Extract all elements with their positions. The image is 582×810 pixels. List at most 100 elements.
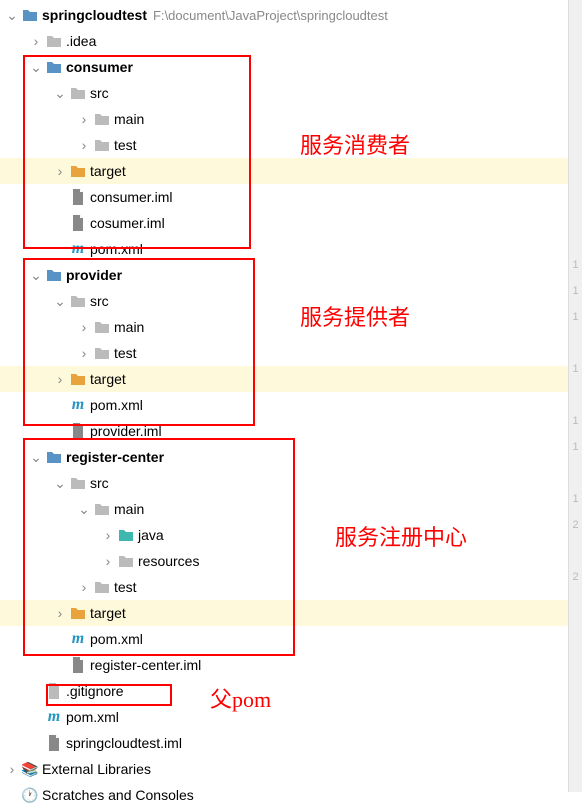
- node-label: springcloudtest.iml: [66, 735, 182, 751]
- chevron-right-icon[interactable]: [76, 579, 92, 595]
- node-label: provider.iml: [90, 423, 162, 439]
- tree-row[interactable]: test: [0, 132, 582, 158]
- tree-row[interactable]: test: [0, 340, 582, 366]
- chevron-down-icon[interactable]: [76, 501, 92, 517]
- folder-icon: [94, 579, 110, 595]
- folder-icon: [70, 605, 86, 621]
- chevron-right-icon[interactable]: [28, 33, 44, 49]
- node-label: provider: [66, 267, 122, 283]
- folder-icon: [46, 267, 62, 283]
- folder-icon: [46, 33, 62, 49]
- file-icon: [70, 423, 86, 439]
- tree-row[interactable]: springcloudtest.iml: [0, 730, 582, 756]
- chevron-right-icon[interactable]: [76, 111, 92, 127]
- folder-icon: [22, 7, 38, 23]
- tree-row[interactable]: test: [0, 574, 582, 600]
- node-label: pom.xml: [66, 709, 119, 725]
- folder-icon: [118, 553, 134, 569]
- tree-row[interactable]: .idea: [0, 28, 582, 54]
- node-label: target: [90, 605, 126, 621]
- node-label: src: [90, 475, 109, 491]
- tree-row[interactable]: cosumer.iml: [0, 210, 582, 236]
- folder-icon: [70, 371, 86, 387]
- chevron-down-icon[interactable]: [52, 293, 68, 309]
- tree-row[interactable]: src: [0, 80, 582, 106]
- tree-row-consumer[interactable]: consumer: [0, 54, 582, 80]
- node-label: main: [114, 111, 144, 127]
- tree-row[interactable]: target: [0, 366, 582, 392]
- chevron-down-icon[interactable]: [28, 449, 44, 465]
- node-label: main: [114, 501, 144, 517]
- tree-row[interactable]: pom.xml: [0, 236, 582, 262]
- node-label: pom.xml: [90, 397, 143, 413]
- tree-row[interactable]: main: [0, 106, 582, 132]
- folder-icon: [70, 293, 86, 309]
- tree-row[interactable]: provider.iml: [0, 418, 582, 444]
- chevron-right-icon[interactable]: [52, 605, 68, 621]
- node-label: External Libraries: [42, 761, 151, 777]
- tree-row[interactable]: src: [0, 288, 582, 314]
- folder-icon: [46, 59, 62, 75]
- file-icon: [70, 189, 86, 205]
- tree-row[interactable]: register-center.iml: [0, 652, 582, 678]
- tree-row-parentpom[interactable]: pom.xml: [0, 704, 582, 730]
- tree-row-scratch[interactable]: Scratches and Consoles: [0, 782, 582, 808]
- chevron-right-icon[interactable]: [52, 371, 68, 387]
- node-label: src: [90, 293, 109, 309]
- folder-icon: [118, 527, 134, 543]
- folder-icon: [70, 475, 86, 491]
- folder-icon: [94, 319, 110, 335]
- tree-row[interactable]: src: [0, 470, 582, 496]
- tree-row[interactable]: java: [0, 522, 582, 548]
- chevron-down-icon[interactable]: [28, 59, 44, 75]
- tree-row[interactable]: .gitignore: [0, 678, 582, 704]
- editor-gutter: 1 1 1 1 1 1 1 2 2: [568, 0, 582, 792]
- node-label: test: [114, 345, 137, 361]
- folder-icon: [94, 137, 110, 153]
- node-label: pom.xml: [90, 241, 143, 257]
- chevron-right-icon[interactable]: [100, 527, 116, 543]
- tree-row-provider[interactable]: provider: [0, 262, 582, 288]
- chevron-right-icon[interactable]: [100, 553, 116, 569]
- node-label: cosumer.iml: [90, 215, 165, 231]
- node-label: .gitignore: [66, 683, 124, 699]
- tree-row[interactable]: main: [0, 496, 582, 522]
- chevron-down-icon[interactable]: [28, 267, 44, 283]
- chevron-right-icon[interactable]: [76, 319, 92, 335]
- node-path: F:\document\JavaProject\springcloudtest: [153, 8, 388, 23]
- tree-row[interactable]: pom.xml: [0, 626, 582, 652]
- node-label: resources: [138, 553, 199, 569]
- tree-row-extlib[interactable]: External Libraries: [0, 756, 582, 782]
- node-label: consumer: [66, 59, 133, 75]
- node-label: .idea: [66, 33, 96, 49]
- node-label: Scratches and Consoles: [42, 787, 194, 803]
- maven-icon: [70, 397, 86, 413]
- file-icon: [46, 735, 62, 751]
- chevron-right-icon[interactable]: [76, 345, 92, 361]
- node-label: consumer.iml: [90, 189, 172, 205]
- folder-icon: [70, 163, 86, 179]
- node-label: java: [138, 527, 164, 543]
- node-label: main: [114, 319, 144, 335]
- tree-row[interactable]: consumer.iml: [0, 184, 582, 210]
- node-label: src: [90, 85, 109, 101]
- node-label: register-center: [66, 449, 164, 465]
- tree-row-register[interactable]: register-center: [0, 444, 582, 470]
- chevron-down-icon[interactable]: [52, 475, 68, 491]
- chevron-right-icon[interactable]: [4, 761, 20, 777]
- chevron-down-icon[interactable]: [4, 7, 20, 23]
- tree-row[interactable]: resources: [0, 548, 582, 574]
- tree-row[interactable]: target: [0, 158, 582, 184]
- project-tree: springcloudtest F:\document\JavaProject\…: [0, 0, 582, 810]
- chevron-down-icon[interactable]: [52, 85, 68, 101]
- folder-icon: [94, 501, 110, 517]
- tree-row[interactable]: target: [0, 600, 582, 626]
- chevron-right-icon[interactable]: [52, 163, 68, 179]
- tree-row-root[interactable]: springcloudtest F:\document\JavaProject\…: [0, 2, 582, 28]
- maven-icon: [70, 241, 86, 257]
- tree-row[interactable]: pom.xml: [0, 392, 582, 418]
- node-label: test: [114, 579, 137, 595]
- scratch-icon: [22, 787, 38, 803]
- tree-row[interactable]: main: [0, 314, 582, 340]
- chevron-right-icon[interactable]: [76, 137, 92, 153]
